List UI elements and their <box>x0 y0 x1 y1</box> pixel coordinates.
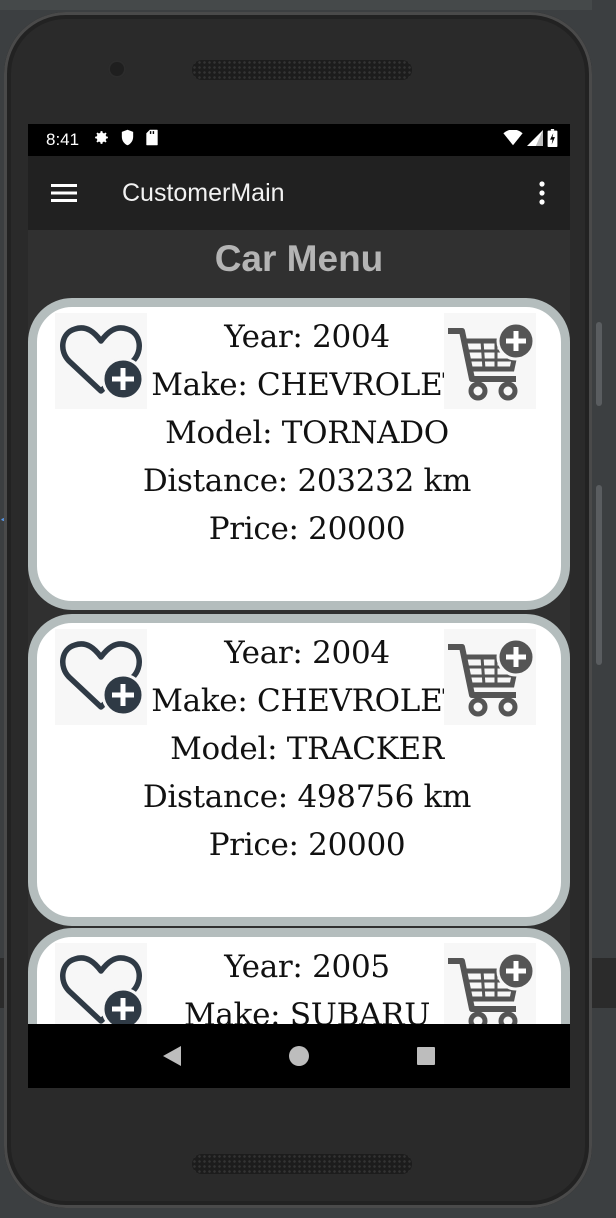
add-to-cart-button[interactable] <box>444 943 536 1024</box>
ide-top-edge <box>0 0 616 10</box>
recents-square-icon <box>417 1047 436 1065</box>
car-price: Price: 20000 <box>208 511 406 547</box>
hamburger-menu-icon <box>51 184 77 202</box>
heart-plus-icon <box>60 325 145 401</box>
shield-icon <box>120 129 135 151</box>
cart-plus-icon <box>448 637 536 717</box>
recents-button[interactable] <box>406 1036 446 1076</box>
car-info: Year: 2004 Make: CHEVROLET Model: TORNAD… <box>137 313 477 553</box>
car-make: Make: SUBARU <box>183 997 431 1024</box>
cart-plus-icon <box>448 321 536 401</box>
sd-card-icon <box>145 129 159 151</box>
back-button[interactable] <box>152 1036 192 1076</box>
home-button[interactable] <box>279 1036 319 1076</box>
battery-icon <box>547 128 558 152</box>
more-vert-icon <box>539 181 545 205</box>
add-to-cart-button[interactable] <box>444 629 536 725</box>
car-price: Price: 20000 <box>208 827 406 863</box>
car-year: Year: 2004 <box>224 319 390 355</box>
car-card[interactable]: Year: 2005 Make: SUBARU <box>28 928 570 1024</box>
add-favorite-button[interactable] <box>55 629 147 725</box>
home-circle-icon <box>288 1046 309 1066</box>
system-navigation-bar <box>28 1024 570 1088</box>
front-camera <box>108 60 126 78</box>
back-triangle-icon <box>162 1046 181 1066</box>
car-make: Make: CHEVROLET <box>151 367 463 403</box>
status-time: 8:41 <box>46 130 80 149</box>
earpiece-speaker <box>192 60 412 80</box>
overflow-menu-button[interactable] <box>514 156 570 230</box>
car-info: Year: 2005 Make: SUBARU <box>137 943 477 1024</box>
ide-scroll-marker <box>596 485 602 665</box>
page-title: Car Menu <box>214 238 384 279</box>
device-screen: 8:41 CustomerMain Car Menu Year: 2004 Ma… <box>28 124 570 1088</box>
cart-plus-icon <box>448 951 536 1024</box>
car-distance: Distance: 203232 km <box>142 463 472 499</box>
heart-plus-icon <box>60 955 145 1024</box>
status-right-icons <box>503 128 558 152</box>
add-favorite-button[interactable] <box>55 313 147 409</box>
car-card[interactable]: Year: 2004 Make: CHEVROLET Model: TORNAD… <box>28 298 570 610</box>
bottom-speaker <box>192 1154 412 1174</box>
add-to-cart-button[interactable] <box>444 313 536 409</box>
status-left-icons <box>93 129 159 151</box>
hamburger-menu-button[interactable] <box>28 156 100 230</box>
car-model: Model: TRACKER <box>170 731 444 767</box>
ide-scroll-marker <box>596 322 602 406</box>
status-bar: 8:41 <box>28 124 570 156</box>
signal-icon <box>527 129 543 151</box>
car-card[interactable]: Year: 2004 Make: CHEVROLET Model: TRACKE… <box>28 614 570 926</box>
heart-plus-icon <box>60 641 145 717</box>
gear-icon <box>93 129 110 151</box>
car-model: Model: TORNADO <box>165 415 449 451</box>
app-toolbar: CustomerMain <box>28 156 570 230</box>
app-title: CustomerMain <box>122 178 285 207</box>
car-menu-content[interactable]: Car Menu Year: 2004 Make: CHEVROLET Mode… <box>28 230 570 1024</box>
car-info: Year: 2004 Make: CHEVROLET Model: TRACKE… <box>137 629 477 869</box>
car-year: Year: 2005 <box>224 949 390 985</box>
wifi-icon <box>503 129 523 151</box>
car-year: Year: 2004 <box>224 635 390 671</box>
add-favorite-button[interactable] <box>55 943 147 1024</box>
car-make: Make: CHEVROLET <box>151 683 463 719</box>
car-distance: Distance: 498756 km <box>142 779 472 815</box>
